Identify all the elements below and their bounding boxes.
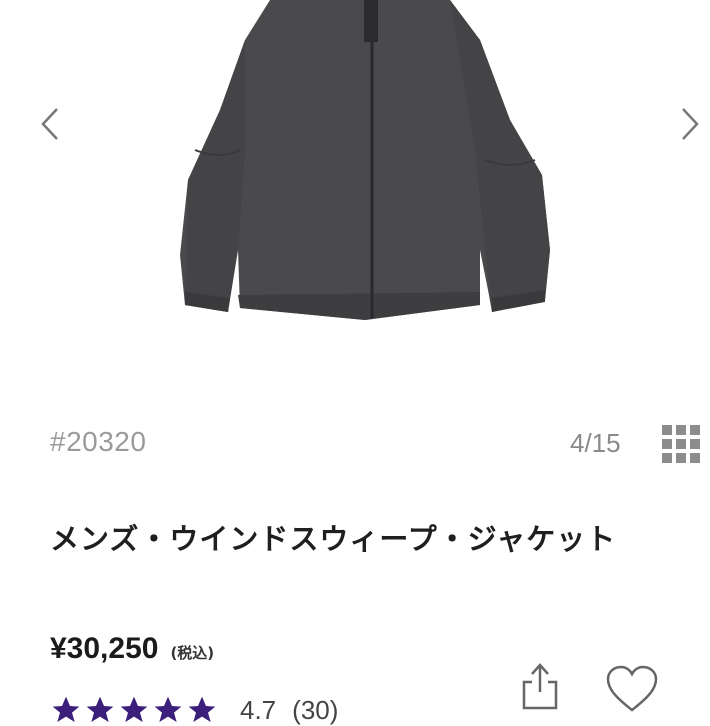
product-title: メンズ・ウインドスウィープ・ジャケット — [50, 522, 617, 556]
chevron-left-icon — [41, 108, 58, 140]
grid-icon — [662, 425, 672, 435]
rating-row[interactable]: 4.7 (30) — [50, 694, 338, 726]
grid-icon — [676, 439, 686, 449]
grid-icon — [662, 453, 672, 463]
tax-label: (税込) — [170, 644, 215, 662]
rating-value: 4.7 — [240, 694, 277, 725]
next-image-button[interactable] — [668, 100, 710, 148]
rating-stars — [50, 694, 218, 726]
image-counter: 4/15 — [570, 428, 621, 458]
share-icon — [522, 663, 558, 710]
star-icon — [52, 696, 80, 722]
product-sku: #20320 — [50, 426, 147, 457]
chevron-right-icon — [682, 108, 699, 140]
star-icon — [188, 696, 216, 722]
previous-image-button[interactable] — [28, 100, 72, 148]
grid-icon — [676, 425, 686, 435]
star-icon — [154, 696, 182, 722]
favorite-button[interactable] — [604, 664, 660, 714]
grid-icon — [690, 425, 700, 435]
price-row: ¥30,250 (税込) — [50, 632, 214, 666]
product-image — [180, 0, 550, 320]
review-count[interactable]: (30) — [292, 695, 338, 726]
heart-icon — [606, 665, 658, 712]
product-gallery — [0, 0, 710, 400]
grid-icon — [690, 439, 700, 449]
share-button[interactable] — [518, 660, 562, 710]
grid-view-button[interactable] — [662, 425, 702, 465]
grid-icon — [662, 439, 672, 449]
star-icon — [120, 696, 148, 722]
grid-icon — [676, 453, 686, 463]
grid-icon — [690, 453, 700, 463]
star-icon — [86, 696, 114, 722]
product-price: ¥30,250 — [50, 632, 159, 665]
